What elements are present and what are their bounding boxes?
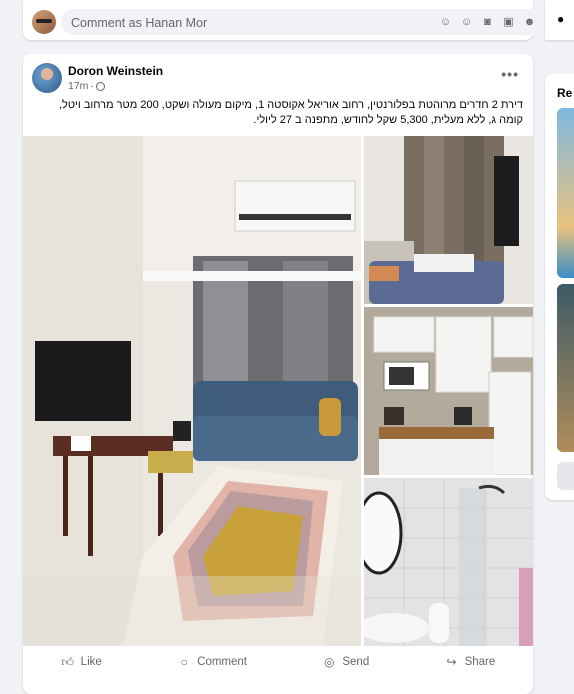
comment-icon: ○	[180, 655, 188, 669]
photo-kitchen[interactable]	[364, 307, 533, 475]
post-text: דירת 2 חדרים מרוהטת בפלורנטין, רחוב אורי…	[58, 99, 523, 126]
user-avatar[interactable]	[32, 10, 56, 34]
post-actions-bar: 👍︎ Like ○ Comment ◎ Send ↪ Share	[23, 646, 533, 678]
emoji-icon[interactable]: ☺	[459, 14, 474, 29]
share-button[interactable]: ↪ Share	[445, 655, 496, 669]
comment-composer-card: ☺ ☺ ◙ ▣ ☻	[23, 0, 547, 40]
gif-icon[interactable]: ▣	[501, 14, 516, 29]
send-button[interactable]: ◎ Send	[322, 655, 369, 669]
post-meta: 17m ·	[68, 80, 105, 92]
right-panel-top: ●	[545, 0, 574, 40]
comment-input[interactable]	[69, 13, 403, 33]
avatar-sticker-icon[interactable]: ☺	[438, 14, 453, 29]
sticker-icon[interactable]: ☻	[522, 14, 537, 29]
reel-thumbnail[interactable]	[557, 108, 574, 278]
post-card: Doron Weinstein 17m · ••• דירת 2 חדרים מ…	[23, 54, 533, 694]
post-time[interactable]: 17m	[68, 80, 88, 92]
eye-icon[interactable]: ●	[557, 12, 564, 26]
photo-grid	[23, 136, 533, 646]
comment-label: Comment	[197, 656, 247, 668]
comment-button[interactable]: ○ Comment	[177, 655, 247, 669]
more-options-button[interactable]: •••	[501, 66, 519, 82]
globe-icon	[95, 81, 105, 91]
comment-box[interactable]: ☺ ☺ ◙ ▣ ☻	[61, 9, 547, 35]
share-label: Share	[464, 656, 496, 668]
thumbs-up-icon: 👍︎	[61, 654, 74, 669]
photo-bedroom[interactable]	[364, 136, 533, 304]
share-icon: ↪	[446, 655, 457, 669]
author-name[interactable]: Doron Weinstein	[68, 64, 163, 78]
send-label: Send	[342, 656, 370, 668]
reel-nav-button[interactable]	[557, 462, 574, 490]
reel-thumbnail[interactable]	[557, 284, 574, 452]
camera-icon[interactable]: ◙	[480, 14, 495, 29]
like-label: Like	[80, 656, 102, 668]
author-avatar[interactable]	[32, 63, 62, 93]
reels-title: Re	[557, 86, 573, 100]
reels-panel: Re	[545, 74, 574, 500]
messenger-icon: ◎	[324, 655, 335, 669]
photo-bathroom[interactable]	[364, 478, 533, 646]
like-button[interactable]: 👍︎ Like	[61, 654, 102, 669]
photo-living-room[interactable]	[23, 136, 361, 646]
